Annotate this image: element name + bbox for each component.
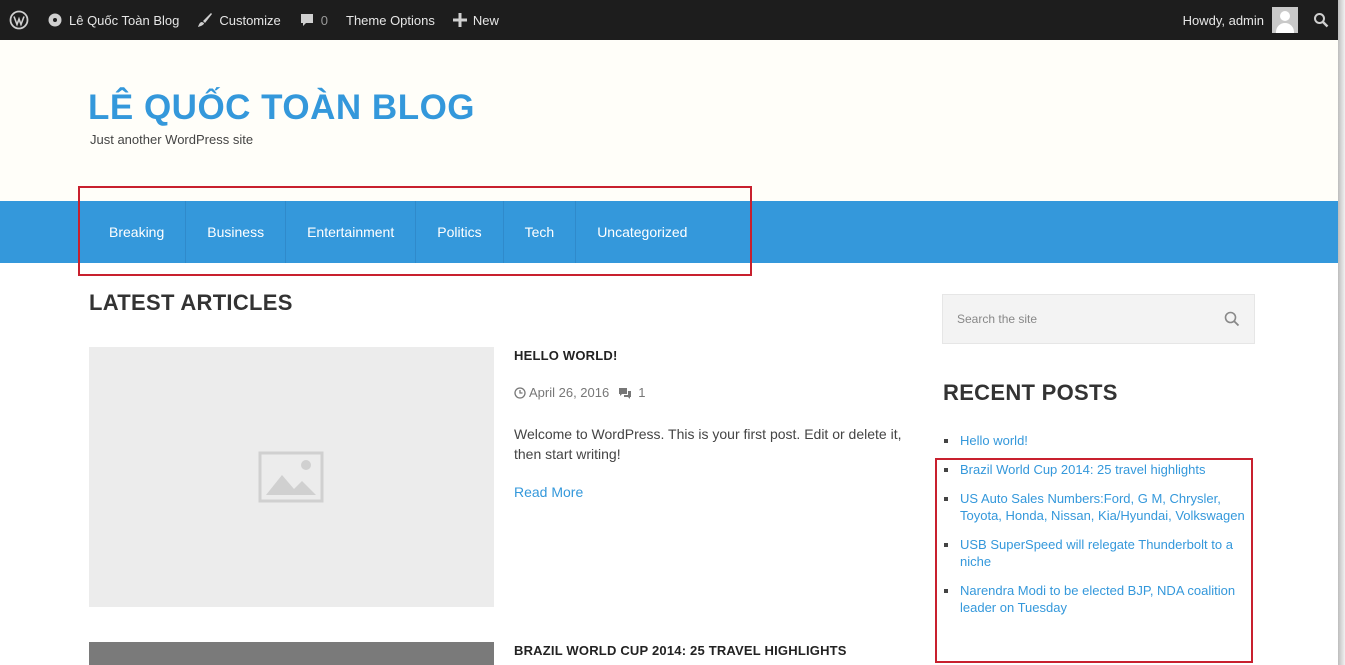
site-tagline: Just another WordPress site (90, 132, 254, 147)
image-placeholder-icon (258, 451, 324, 503)
recent-posts-heading: RECENT POSTS (943, 380, 1118, 405)
wordpress-logo-icon (9, 10, 29, 30)
theme-options-link[interactable]: Theme Options (337, 0, 444, 40)
comment-icon (300, 14, 313, 26)
admin-bar: Lê Quốc Toàn Blog Customize 0 Theme Opti… (0, 0, 1338, 40)
plus-icon (452, 13, 467, 27)
nav-highlight-box (78, 186, 752, 276)
wp-logo-button[interactable] (0, 0, 38, 40)
post-thumbnail[interactable] (89, 642, 494, 665)
avatar (1272, 7, 1298, 33)
post-excerpt: Welcome to WordPress. This is your first… (514, 426, 902, 462)
post-title[interactable]: BRAZIL WORLD CUP 2014: 25 TRAVEL HIGHLIG… (514, 643, 847, 658)
new-content-link[interactable]: New (444, 0, 508, 40)
brush-icon (198, 13, 213, 27)
new-label: New (472, 12, 499, 28)
page-edge-shadow (1338, 0, 1345, 665)
read-more-link[interactable]: Read More (514, 484, 583, 500)
account-menu[interactable]: Howdy, admin (1174, 0, 1304, 40)
search-icon (1314, 13, 1329, 28)
recent-posts-highlight-box (935, 458, 1253, 663)
post-date[interactable]: April 26, 2016 (529, 385, 609, 400)
search-icon[interactable] (1224, 311, 1240, 327)
recent-post-link[interactable]: Hello world! (943, 432, 1261, 449)
site-name-link[interactable]: Lê Quốc Toàn Blog (38, 0, 188, 40)
sidebar-search (942, 294, 1255, 344)
comments-count: 0 (320, 12, 328, 28)
search-input[interactable] (957, 312, 1224, 326)
admin-search-button[interactable] (1304, 0, 1338, 40)
site-title[interactable]: LÊ QUỐC TOÀN BLOG (88, 88, 475, 128)
post-title[interactable]: HELLO WORLD! (514, 348, 618, 363)
customize-label: Customize (219, 12, 281, 28)
post-meta: April 26, 2016 1 (514, 385, 645, 400)
site-header: LÊ QUỐC TOÀN BLOG Just another WordPress… (0, 40, 1338, 201)
comments-icon (619, 387, 632, 399)
clock-icon (514, 386, 526, 399)
howdy-label: Howdy, admin (1182, 12, 1264, 28)
dashboard-icon (48, 13, 62, 27)
theme-options-label: Theme Options (346, 12, 435, 28)
customize-link[interactable]: Customize (188, 0, 289, 40)
latest-articles-heading: LATEST ARTICLES (89, 290, 293, 315)
post-comment-count[interactable]: 1 (638, 385, 645, 400)
page: Lê Quốc Toàn Blog Customize 0 Theme Opti… (0, 0, 1338, 665)
comments-link[interactable]: 0 (290, 0, 337, 40)
site-name-label: Lê Quốc Toàn Blog (69, 12, 180, 28)
post-thumbnail[interactable] (89, 347, 494, 607)
